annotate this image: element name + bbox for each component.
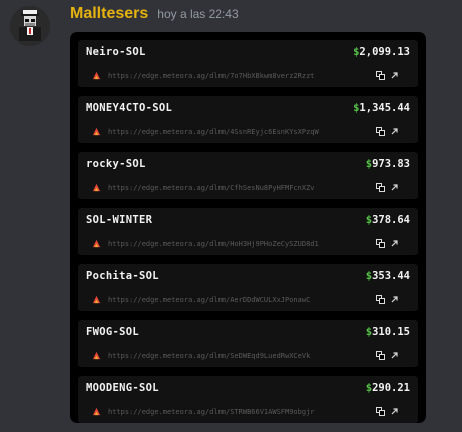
pool-row: Pochita-SOL $353.44 https://edge.meteora… — [78, 264, 418, 311]
pool-list-panel: Neiro-SOL $2,099.13 https://edge.meteora… — [70, 32, 426, 423]
pool-row: SOL-WINTER $378.64 https://edge.meteora.… — [78, 208, 418, 255]
external-link-icon[interactable] — [389, 294, 400, 305]
pool-name: Neiro-SOL — [86, 46, 146, 58]
pool-url-link[interactable]: https://edge.meteora.ag/dlmm/CfhSesNu8Py… — [108, 184, 372, 192]
pool-url-link[interactable]: https://edge.meteora.ag/dlmm/HoH3Hj9PHoZ… — [108, 240, 372, 248]
pool-link-row: https://edge.meteora.ag/dlmm/HoH3Hj9PHoZ… — [92, 238, 400, 249]
message-header: Malltesers hoy a las 22:43 — [70, 5, 239, 23]
pool-row: FWOG-SOL $310.15 https://edge.meteora.ag… — [78, 320, 418, 367]
meteora-favicon-icon — [92, 407, 101, 416]
meteora-favicon-icon — [92, 295, 101, 304]
pool-amount: 310.15 — [372, 326, 410, 338]
pool-link-row: https://edge.meteora.ag/dlmm/AerDDdWCULX… — [92, 294, 400, 305]
pool-url-link[interactable]: https://edge.meteora.ag/dlmm/SeDWEqd9Lue… — [108, 352, 372, 360]
timestamp: hoy a las 22:43 — [157, 7, 239, 21]
pool-name: FWOG-SOL — [86, 326, 139, 338]
pool-url-link[interactable]: https://edge.meteora.ag/dlmm/7o7HbXBkwm8… — [108, 72, 372, 80]
copy-icon[interactable] — [375, 182, 386, 193]
pool-link-row: https://edge.meteora.ag/dlmm/STRWB66V1AW… — [92, 406, 400, 417]
avatar-image — [10, 6, 50, 46]
pool-amount: 378.64 — [372, 214, 410, 226]
pool-name: MOODENG-SOL — [86, 382, 159, 394]
pool-row: Neiro-SOL $2,099.13 https://edge.meteora… — [78, 40, 418, 87]
pool-link-row: https://edge.meteora.ag/dlmm/4SsnREyjc6E… — [92, 126, 400, 137]
pool-value: $2,099.13 — [353, 46, 410, 58]
pool-value: $973.83 — [366, 158, 410, 170]
copy-icon[interactable] — [375, 238, 386, 249]
copy-icon[interactable] — [375, 350, 386, 361]
pool-value: $310.15 — [366, 326, 410, 338]
pool-row: MONEY4CTO-SOL $1,345.44 https://edge.met… — [78, 96, 418, 143]
pool-name: SOL-WINTER — [86, 214, 153, 226]
pool-value: $290.21 — [366, 382, 410, 394]
pool-value: $378.64 — [366, 214, 410, 226]
meteora-favicon-icon — [92, 71, 101, 80]
avatar[interactable] — [10, 6, 50, 46]
external-link-icon[interactable] — [389, 126, 400, 137]
pool-name: Pochita-SOL — [86, 270, 159, 282]
pool-name: rocky-SOL — [86, 158, 146, 170]
pool-row: rocky-SOL $973.83 https://edge.meteora.a… — [78, 152, 418, 199]
external-link-icon[interactable] — [389, 182, 400, 193]
external-link-icon[interactable] — [389, 406, 400, 417]
external-link-icon[interactable] — [389, 238, 400, 249]
pool-name: MONEY4CTO-SOL — [86, 102, 173, 114]
pool-row: MOODENG-SOL $290.21 https://edge.meteora… — [78, 376, 418, 423]
meteora-favicon-icon — [92, 183, 101, 192]
meteora-favicon-icon — [92, 351, 101, 360]
meteora-favicon-icon — [92, 239, 101, 248]
pool-amount: 1,345.44 — [359, 102, 410, 114]
pool-amount: 353.44 — [372, 270, 410, 282]
pool-amount: 290.21 — [372, 382, 410, 394]
pool-amount: 2,099.13 — [359, 46, 410, 58]
pool-url-link[interactable]: https://edge.meteora.ag/dlmm/STRWB66V1AW… — [108, 408, 372, 416]
pool-value: $353.44 — [366, 270, 410, 282]
pool-amount: 973.83 — [372, 158, 410, 170]
pool-link-row: https://edge.meteora.ag/dlmm/7o7HbXBkwm8… — [92, 70, 400, 81]
username[interactable]: Malltesers — [70, 5, 148, 23]
pool-link-row: https://edge.meteora.ag/dlmm/CfhSesNu8Py… — [92, 182, 400, 193]
external-link-icon[interactable] — [389, 70, 400, 81]
pool-link-row: https://edge.meteora.ag/dlmm/SeDWEqd9Lue… — [92, 350, 400, 361]
copy-icon[interactable] — [375, 70, 386, 81]
meteora-favicon-icon — [92, 127, 101, 136]
copy-icon[interactable] — [375, 406, 386, 417]
copy-icon[interactable] — [375, 294, 386, 305]
external-link-icon[interactable] — [389, 350, 400, 361]
pool-url-link[interactable]: https://edge.meteora.ag/dlmm/4SsnREyjc6E… — [108, 128, 372, 136]
pool-url-link[interactable]: https://edge.meteora.ag/dlmm/AerDDdWCULX… — [108, 296, 372, 304]
pool-value: $1,345.44 — [353, 102, 410, 114]
copy-icon[interactable] — [375, 126, 386, 137]
